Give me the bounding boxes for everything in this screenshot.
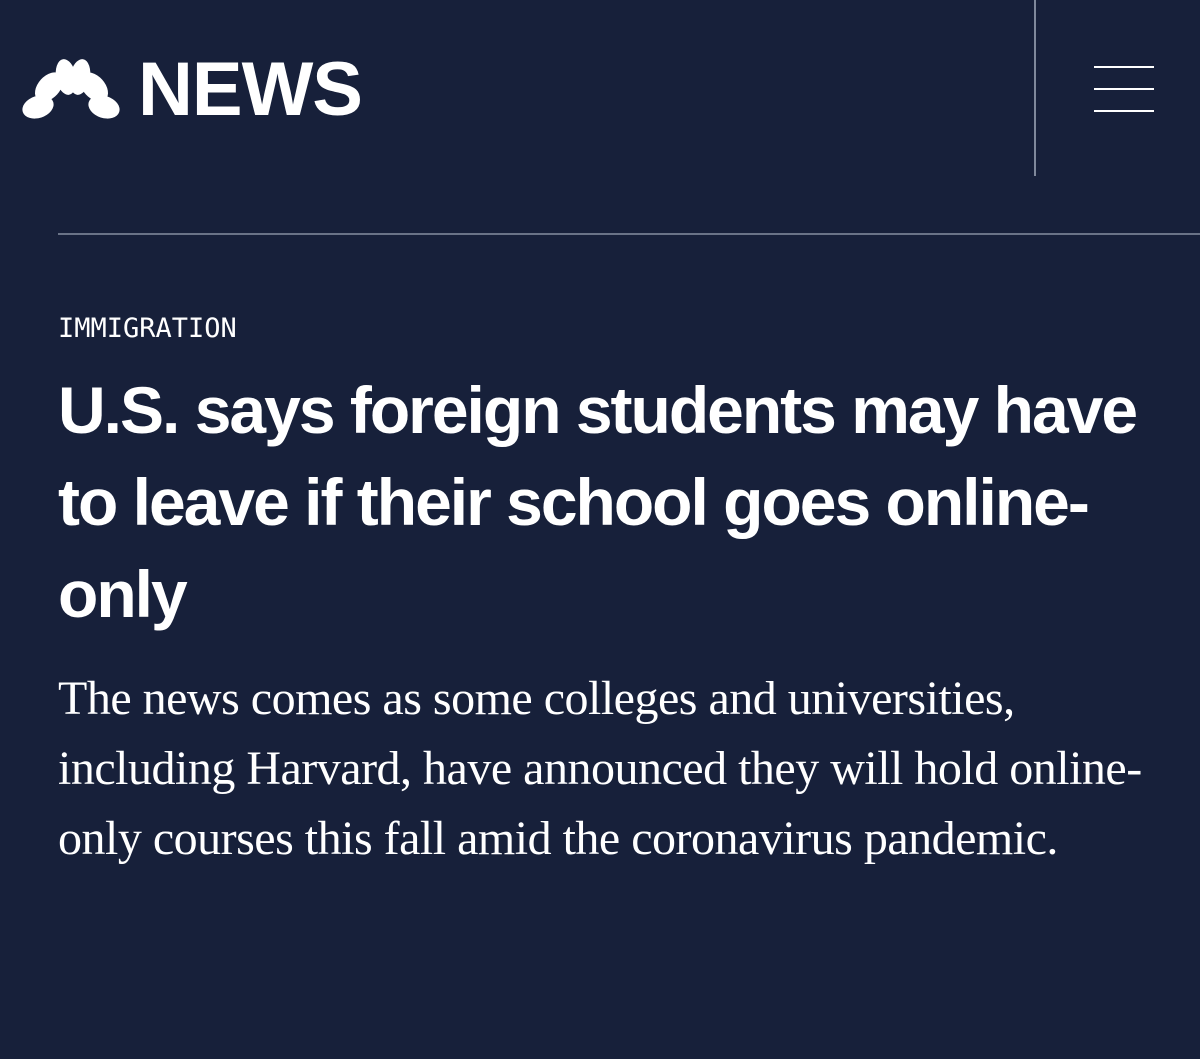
site-header: NEWS (0, 0, 1200, 176)
hamburger-menu-icon (1094, 88, 1154, 90)
nbc-news-logo[interactable]: NEWS (22, 47, 363, 132)
article-headline: U.S. says foreign students may have to l… (58, 373, 1138, 631)
hamburger-menu-icon (1094, 66, 1154, 68)
peacock-logo-icon (22, 59, 120, 123)
hamburger-menu-button[interactable] (1094, 66, 1154, 112)
header-divider (1034, 0, 1036, 176)
section-divider (58, 233, 1200, 235)
brand-wordmark: NEWS (138, 47, 363, 132)
hamburger-menu-icon (1094, 110, 1154, 112)
article-dek: The news comes as some colleges and univ… (58, 672, 1142, 865)
article-category-link[interactable]: IMMIGRATION (58, 314, 237, 344)
